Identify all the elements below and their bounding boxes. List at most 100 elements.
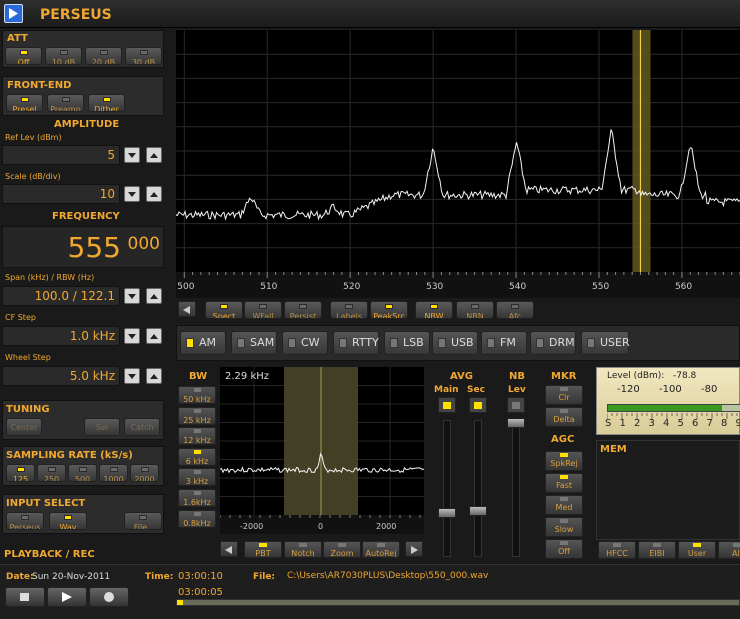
- mode-4-button[interactable]: LSB: [384, 331, 430, 355]
- mkr-1-button[interactable]: Delta: [545, 407, 583, 427]
- stop-button[interactable]: [5, 587, 45, 607]
- mkr-0-button[interactable]: Clr: [545, 385, 583, 405]
- span-down-button[interactable]: [124, 288, 140, 304]
- tuning-2-button[interactable]: Catch: [124, 418, 160, 436]
- indicator-led: [560, 387, 568, 391]
- spectrum-6-button[interactable]: NBN: [456, 301, 494, 319]
- cf-step-down-button[interactable]: [124, 328, 140, 344]
- level-value: -78.8: [673, 371, 697, 381]
- meter-scale-top-label: -100: [659, 384, 682, 395]
- bw-3-button[interactable]: 6 kHz: [178, 447, 216, 466]
- mode-1-button[interactable]: SAM: [231, 331, 277, 355]
- mem-3-button[interactable]: All: [718, 541, 740, 559]
- bw-1-button[interactable]: 25 kHz: [178, 406, 216, 425]
- playback-progress-track[interactable]: [176, 599, 740, 606]
- frontend-2-button[interactable]: Dither: [88, 94, 125, 112]
- indicator-led: [560, 409, 568, 413]
- bw-0-button[interactable]: 50 kHz: [178, 386, 216, 404]
- input-1-button[interactable]: Wav: [49, 512, 87, 530]
- tuning-0-button[interactable]: Center: [6, 418, 42, 436]
- att-3-button[interactable]: 30 dB: [125, 47, 162, 65]
- scale-down-button[interactable]: [124, 186, 140, 202]
- spectrum-5-button[interactable]: NBW: [415, 301, 453, 319]
- mem-0-button[interactable]: HFCC: [598, 541, 636, 559]
- app-icon[interactable]: [4, 4, 23, 23]
- avg-main-slider[interactable]: [443, 420, 451, 557]
- bw-5-button[interactable]: 1.6kHz: [178, 489, 216, 507]
- mode-0-button[interactable]: AM: [180, 331, 226, 355]
- mem-1-button[interactable]: EIBI: [638, 541, 676, 559]
- spectrum-4-button[interactable]: PeakSrc: [370, 301, 408, 319]
- record-button[interactable]: [89, 587, 129, 607]
- spectrum-x-tick: 560: [675, 282, 692, 292]
- bw-right-arrow[interactable]: [405, 541, 423, 557]
- wheel-step-value[interactable]: 5.0 kHz: [2, 366, 120, 386]
- bw-2-button[interactable]: 12 kHz: [178, 427, 216, 446]
- spectrum-0-button[interactable]: Spect: [205, 301, 243, 319]
- mode-7-button[interactable]: DRM: [530, 331, 576, 355]
- spectrum-7-button[interactable]: Afc: [496, 301, 534, 319]
- agc-0-button[interactable]: SpkRej: [545, 451, 583, 471]
- frontend-0-button[interactable]: Presel: [6, 94, 43, 112]
- mode-6-button[interactable]: FM: [481, 331, 527, 355]
- mode-indicator: [186, 338, 194, 348]
- input-0-button[interactable]: Perseus: [6, 512, 44, 530]
- scale-up-button[interactable]: [146, 186, 162, 202]
- avg-main-led[interactable]: [438, 397, 456, 413]
- mem-panel: [596, 440, 740, 540]
- sampling-2-button[interactable]: 500: [68, 464, 97, 482]
- agc-3-button[interactable]: Slow: [545, 517, 583, 537]
- scale-value[interactable]: 10: [2, 184, 120, 204]
- bw-bottom-0-button[interactable]: PBT: [244, 541, 282, 558]
- bw-left-arrow[interactable]: [220, 541, 238, 557]
- spectrum-1-button[interactable]: WFall: [244, 301, 282, 319]
- avg-sec-thumb[interactable]: [469, 506, 487, 516]
- att-2-button[interactable]: 20 dB: [85, 47, 122, 65]
- frequency-display[interactable]: 555 000: [2, 226, 164, 268]
- spectrum-left-arrow[interactable]: [178, 301, 196, 317]
- nb-led[interactable]: [507, 397, 525, 413]
- avg-main-thumb[interactable]: [438, 508, 456, 518]
- mode-3-button[interactable]: RTTY: [333, 331, 379, 355]
- bw-4-button[interactable]: 3 kHz: [178, 468, 216, 487]
- mode-2-button[interactable]: CW: [282, 331, 328, 355]
- agc-2-button[interactable]: Med: [545, 495, 583, 515]
- wheel-step-up-button[interactable]: [146, 368, 162, 384]
- play-button[interactable]: [47, 587, 87, 607]
- sampling-3-button[interactable]: 1000: [99, 464, 128, 482]
- ref-level-value[interactable]: 5: [2, 145, 120, 165]
- bw-bottom-1-button[interactable]: Notch: [284, 541, 322, 558]
- bw-display[interactable]: -2000 0 2000: [220, 367, 424, 534]
- tuning-1-button[interactable]: Sel: [84, 418, 120, 436]
- agc-4-button[interactable]: Off: [545, 539, 583, 559]
- level-label: Level (dBm):: [607, 371, 665, 381]
- ref-level-up-button[interactable]: [146, 147, 162, 163]
- cf-step-value[interactable]: 1.0 kHz: [2, 326, 120, 346]
- avg-sec-led[interactable]: [469, 397, 487, 413]
- mode-5-button[interactable]: USB: [432, 331, 478, 355]
- ref-level-down-button[interactable]: [124, 147, 140, 163]
- sampling-4-button[interactable]: 2000: [130, 464, 159, 482]
- nb-slider[interactable]: [512, 420, 520, 557]
- mode-8-button[interactable]: USER: [581, 331, 630, 355]
- sampling-1-button[interactable]: 250: [37, 464, 66, 482]
- att-1-button[interactable]: 10 dB: [45, 47, 82, 65]
- mem-2-button[interactable]: User: [678, 541, 716, 559]
- nb-thumb[interactable]: [507, 418, 525, 428]
- att-0-button[interactable]: Off: [5, 47, 42, 65]
- spectrum-2-button[interactable]: Persist: [284, 301, 322, 319]
- wheel-step-down-button[interactable]: [124, 368, 140, 384]
- bw-bottom-3-button[interactable]: AutoRej: [362, 541, 400, 558]
- spectrum-display[interactable]: 500 510 520 530 540 550 560: [176, 30, 740, 298]
- frontend-1-button[interactable]: Preamp: [47, 94, 84, 112]
- cf-step-up-button[interactable]: [146, 328, 162, 344]
- spectrum-3-button[interactable]: Labels: [330, 301, 368, 319]
- bw-bottom-2-button[interactable]: Zoom: [323, 541, 361, 558]
- input-2-button[interactable]: File..: [124, 512, 162, 530]
- avg-sec-slider[interactable]: [474, 420, 482, 557]
- span-up-button[interactable]: [146, 288, 162, 304]
- span-value[interactable]: 100.0 / 122.1: [2, 286, 120, 306]
- sampling-0-button[interactable]: 125: [6, 464, 35, 482]
- bw-6-button[interactable]: 0.8kHz: [178, 509, 216, 528]
- agc-1-button[interactable]: Fast: [545, 473, 583, 493]
